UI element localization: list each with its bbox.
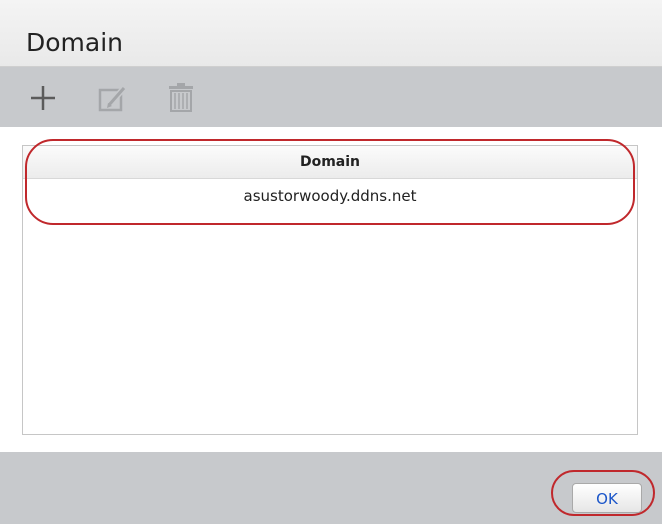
dialog-title: Domain <box>26 28 124 57</box>
edit-button[interactable] <box>95 79 131 115</box>
table-row[interactable]: asustorwoody.ddns.net <box>23 179 637 213</box>
title-bar: Domain <box>0 0 662 67</box>
add-button[interactable] <box>25 79 61 115</box>
toolbar <box>0 67 662 127</box>
edit-icon <box>98 86 127 112</box>
plus-icon <box>31 86 55 110</box>
trash-icon <box>169 83 193 112</box>
ok-button[interactable]: OK <box>572 483 642 513</box>
delete-button[interactable] <box>163 79 199 115</box>
domain-table: Domain asustorwoody.ddns.net <box>22 145 638 435</box>
content-area: Domain asustorwoody.ddns.net <box>0 127 662 452</box>
footer-bar: OK <box>0 452 662 524</box>
column-header-domain: Domain <box>23 146 637 179</box>
domain-dialog: Domain Domain asustorwoody.ddns.net OK <box>0 0 662 524</box>
